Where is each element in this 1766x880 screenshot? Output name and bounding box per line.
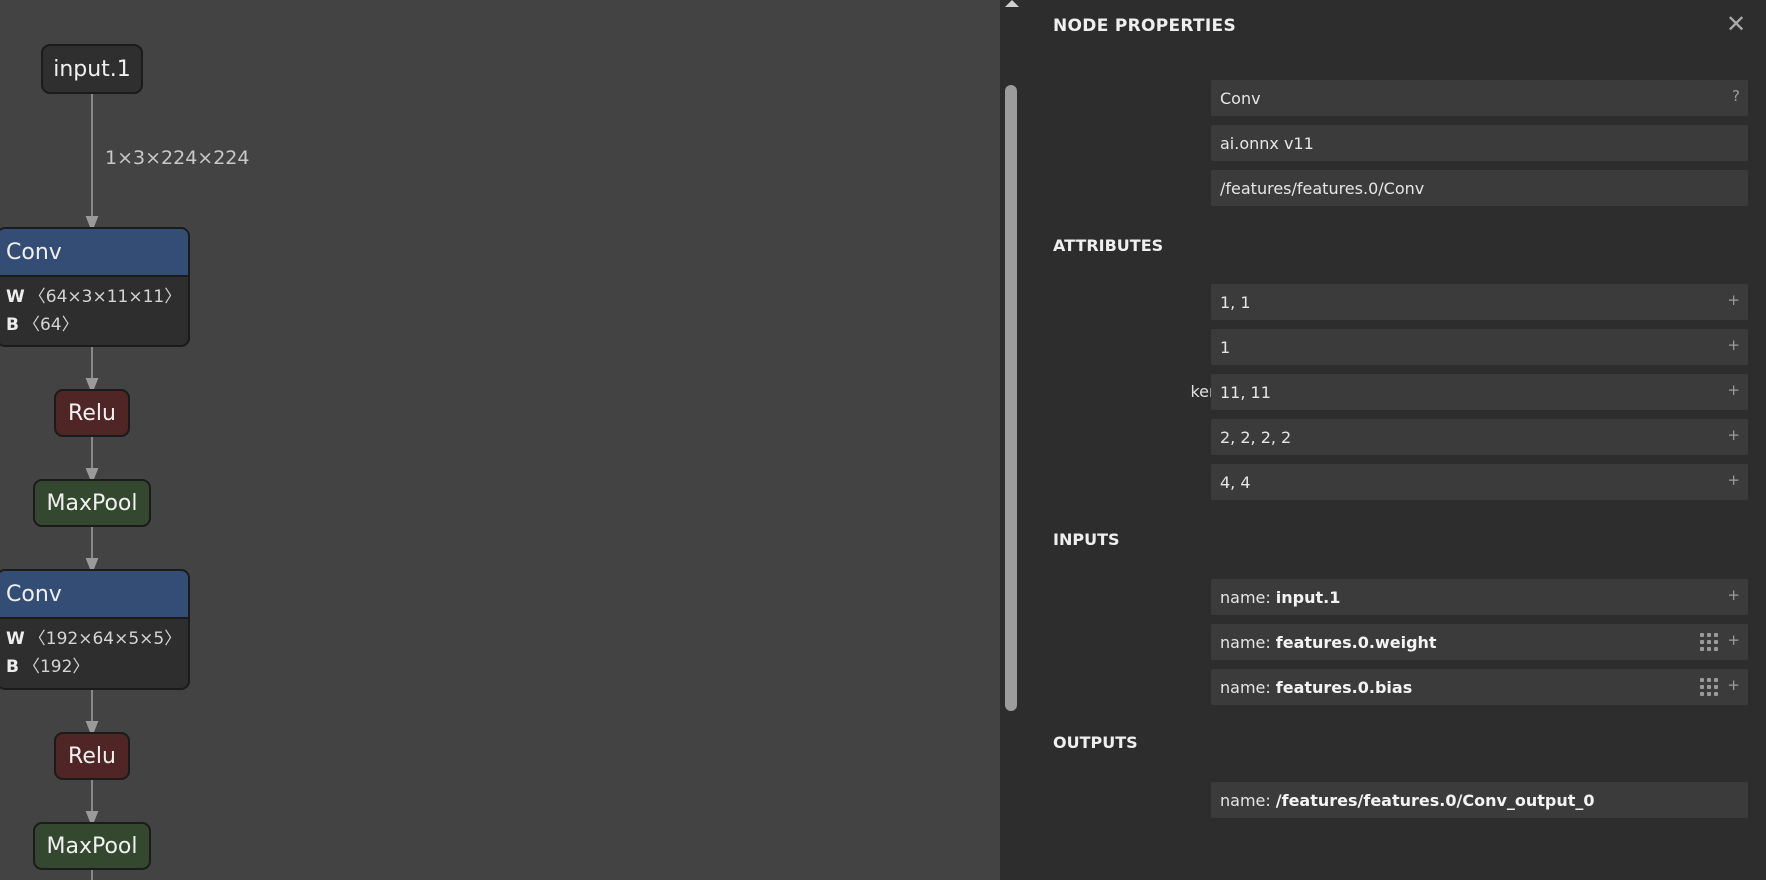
help-icon[interactable]: ? xyxy=(1732,80,1740,116)
conv-2-weight: W 〈192×64×5×5〉 xyxy=(6,629,182,649)
node-maxpool-2-label: MaxPool xyxy=(46,833,138,859)
node-conv-1[interactable]: Conv W 〈64×3×11×11〉 B 〈64〉 xyxy=(0,227,190,347)
attr-value-pads[interactable]: 2, 2, 2, 2 + xyxy=(1211,419,1748,455)
attr-value-kernel-shape[interactable]: 11, 11 + xyxy=(1211,374,1748,410)
output-value-y[interactable]: name:/features/features.0/Conv_output_0 xyxy=(1211,782,1748,818)
input-value-w[interactable]: name: features.0.weight + xyxy=(1211,624,1748,660)
edge-shape-label: 1×3×224×224 xyxy=(105,147,250,169)
node-input-label: input.1 xyxy=(53,56,131,82)
expand-plus-icon[interactable]: + xyxy=(1727,624,1740,660)
conv-2-title: Conv xyxy=(0,571,188,619)
node-maxpool-2[interactable]: MaxPool xyxy=(33,822,151,870)
prop-value-name[interactable]: /features/features.0/Conv xyxy=(1211,170,1748,206)
prop-value-module[interactable]: ai.onnx v11 xyxy=(1211,125,1748,161)
expand-plus-icon[interactable]: + xyxy=(1727,374,1740,410)
node-input[interactable]: input.1 xyxy=(41,44,143,94)
tensor-view-icon[interactable] xyxy=(1700,633,1718,651)
expand-plus-icon[interactable]: + xyxy=(1727,579,1740,615)
close-icon[interactable]: ✕ xyxy=(1722,10,1750,38)
node-maxpool-1[interactable]: MaxPool xyxy=(33,479,151,527)
expand-plus-icon[interactable]: + xyxy=(1727,464,1740,500)
node-relu-2-label: Relu xyxy=(68,743,116,769)
input-value-x[interactable]: name: input.1 + xyxy=(1211,579,1748,615)
panel-title: NODE PROPERTIES xyxy=(1053,16,1236,36)
outputs-header: OUTPUTS xyxy=(1053,733,1138,752)
attr-value-dilations[interactable]: 1, 1 + xyxy=(1211,284,1748,320)
conv-2-bias: B 〈192〉 xyxy=(6,657,90,677)
attr-value-strides[interactable]: 4, 4 + xyxy=(1211,464,1748,500)
conv-1-weight: W 〈64×3×11×11〉 xyxy=(6,287,182,307)
input-value-b[interactable]: name: features.0.bias + xyxy=(1211,669,1748,705)
scroll-up-icon[interactable] xyxy=(1005,0,1019,7)
expand-plus-icon[interactable]: + xyxy=(1727,669,1740,705)
attributes-header: ATTRIBUTES xyxy=(1053,236,1164,255)
node-relu-1-label: Relu xyxy=(68,400,116,426)
graph-edges xyxy=(85,94,99,880)
node-maxpool-1-label: MaxPool xyxy=(46,490,138,516)
node-relu-2[interactable]: Relu xyxy=(54,732,130,780)
node-properties-panel: NODE PROPERTIES ✕ type Conv ? module ai.… xyxy=(1000,0,1766,880)
expand-plus-icon[interactable]: + xyxy=(1727,329,1740,365)
expand-plus-icon[interactable]: + xyxy=(1727,419,1740,455)
attr-value-group[interactable]: 1 + xyxy=(1211,329,1748,365)
conv-1-title: Conv xyxy=(0,229,188,277)
tensor-view-icon[interactable] xyxy=(1700,678,1718,696)
panel-scrollbar[interactable] xyxy=(1005,85,1017,711)
conv-1-bias: B 〈64〉 xyxy=(6,315,79,335)
expand-plus-icon[interactable]: + xyxy=(1727,284,1740,320)
node-conv-2[interactable]: Conv W 〈192×64×5×5〉 B 〈192〉 xyxy=(0,569,190,690)
inputs-header: INPUTS xyxy=(1053,530,1120,549)
prop-value-type[interactable]: Conv ? xyxy=(1211,80,1748,116)
node-relu-1[interactable]: Relu xyxy=(54,389,130,437)
graph-canvas[interactable]: input.1 1×3×224×224 Conv W 〈64×3×11×11〉 B… xyxy=(0,0,1000,880)
